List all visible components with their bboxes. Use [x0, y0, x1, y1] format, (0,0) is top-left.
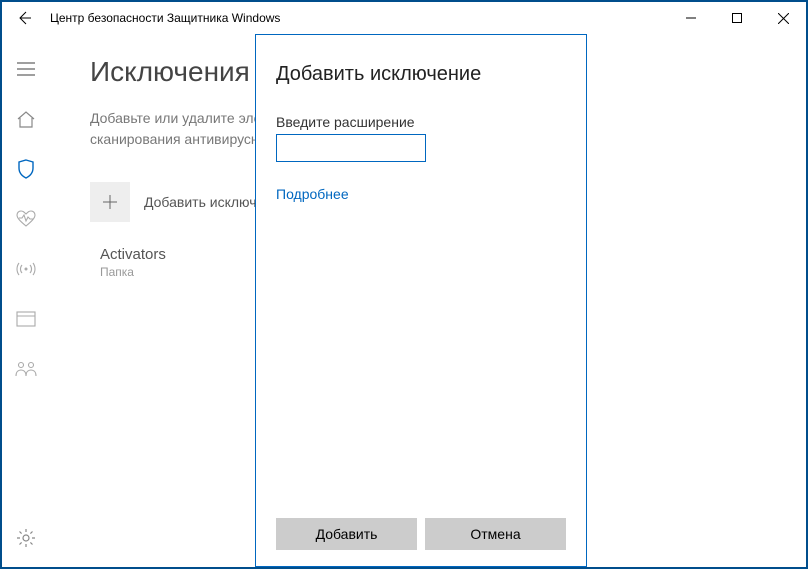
add-exclusion-dialog: Добавить исключение Введите расширение П… [255, 34, 587, 567]
window-controls [668, 2, 806, 34]
dialog-cancel-button[interactable]: Отмена [425, 518, 566, 550]
window-title: Центр безопасности Защитника Windows [50, 11, 668, 25]
dialog-title: Добавить исключение [276, 63, 566, 86]
plus-icon [90, 182, 130, 222]
close-button[interactable] [760, 2, 806, 34]
dialog-add-button[interactable]: Добавить [276, 518, 417, 550]
maximize-button[interactable] [714, 2, 760, 34]
heart-icon[interactable] [15, 208, 37, 230]
minimize-button[interactable] [668, 2, 714, 34]
back-button[interactable] [12, 6, 36, 30]
extension-input[interactable] [276, 134, 426, 162]
family-icon[interactable] [15, 358, 37, 380]
home-icon[interactable] [15, 108, 37, 130]
app-browser-icon[interactable] [15, 308, 37, 330]
more-info-link[interactable]: Подробнее [276, 186, 566, 202]
extension-field-label: Введите расширение [276, 114, 566, 130]
dialog-buttons: Добавить Отмена [276, 518, 566, 550]
shield-icon[interactable] [15, 158, 37, 180]
sidebar [2, 34, 50, 567]
settings-icon[interactable] [15, 527, 37, 549]
titlebar: Центр безопасности Защитника Windows [2, 2, 806, 34]
app-window: Центр безопасности Защитника Windows [0, 0, 808, 569]
menu-icon[interactable] [15, 58, 37, 80]
network-icon[interactable] [15, 258, 37, 280]
